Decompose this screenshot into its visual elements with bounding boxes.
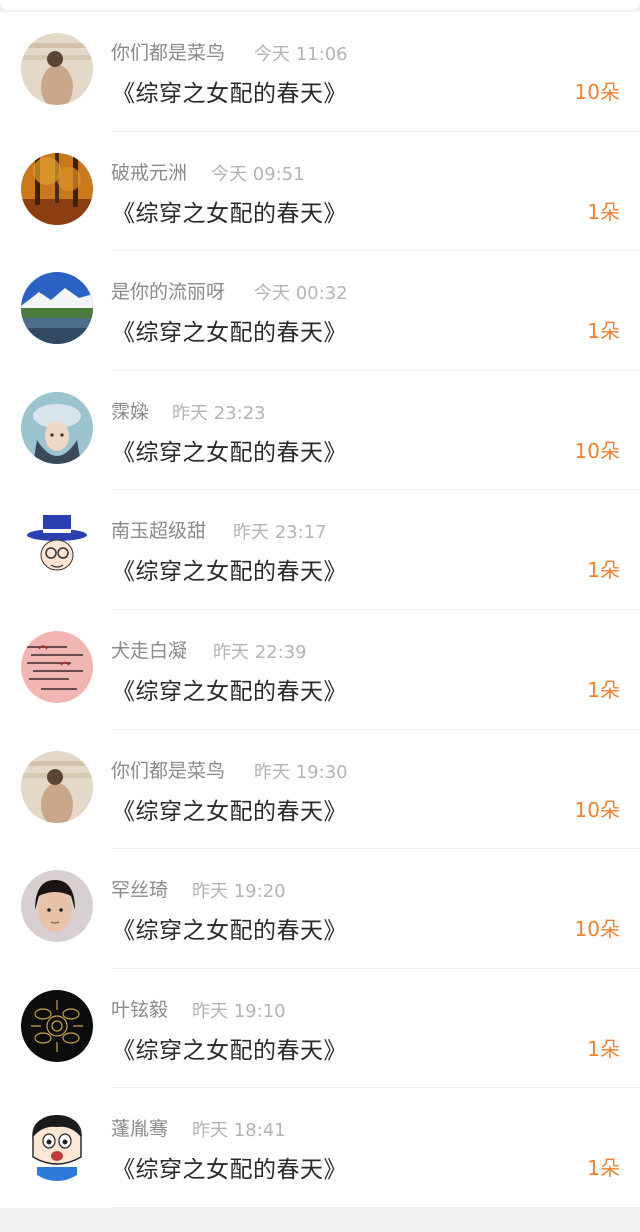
book-title[interactable]: 《综穿之女配的春天》 <box>112 552 347 586</box>
book-title[interactable]: 《综穿之女配的春天》 <box>112 194 347 228</box>
avatar[interactable] <box>21 272 93 345</box>
user-name[interactable]: 叶铉毅 <box>111 995 168 1022</box>
user-name[interactable]: 你们都是菜鸟 <box>111 38 225 65</box>
flower-count: 1朵 <box>587 199 620 224</box>
flower-count: 1朵 <box>587 677 620 702</box>
gift-list: 你们都是菜鸟 今天 11:06 《综穿之女配的春天》 10朵 破戒元洲 今天 0… <box>0 12 640 1208</box>
timestamp: 昨天 19:30 <box>254 761 348 783</box>
list-item[interactable]: 你们都是菜鸟 今天 11:06 《综穿之女配的春天》 10朵 <box>0 12 640 132</box>
flower-count: 10朵 <box>574 917 620 942</box>
list-item[interactable]: 你们都是菜鸟 昨天 19:30 《综穿之女配的春天》 10朵 <box>0 730 640 850</box>
list-item[interactable]: 是你的流丽呀 今天 00:32 《综穿之女配的春天》 1朵 <box>0 251 640 371</box>
flower-count: 1朵 <box>587 558 620 583</box>
timestamp: 今天 11:06 <box>254 44 348 65</box>
list-item[interactable]: 南玉超级甜 昨天 23:17 《综穿之女配的春天》 1朵 <box>0 490 640 610</box>
book-title[interactable]: 《综穿之女配的春天》 <box>112 792 347 826</box>
avatar[interactable] <box>21 152 93 225</box>
list-item[interactable]: 叶铉毅 昨天 19:10 《综穿之女配的春天》 1朵 <box>0 969 640 1089</box>
user-name[interactable]: 蓬胤骞 <box>111 1114 168 1141</box>
list-item[interactable]: 罕丝琦 昨天 19:20 《综穿之女配的春天》 10朵 <box>0 849 640 969</box>
timestamp: 今天 00:32 <box>254 283 348 305</box>
book-title[interactable]: 《综穿之女配的春天》 <box>112 911 347 945</box>
flower-count: 1朵 <box>587 1036 620 1061</box>
avatar[interactable] <box>21 1109 93 1182</box>
user-name[interactable]: 犬走白凝 <box>111 636 187 663</box>
user-name[interactable]: 你们都是菜鸟 <box>111 756 225 783</box>
flower-count: 10朵 <box>574 797 620 822</box>
book-title[interactable]: 《综穿之女配的春天》 <box>112 672 347 706</box>
timestamp: 昨天 23:23 <box>172 402 266 424</box>
flower-count: 10朵 <box>574 80 620 104</box>
timestamp: 今天 09:51 <box>211 163 305 185</box>
book-title[interactable]: 《综穿之女配的春天》 <box>112 1150 347 1184</box>
timestamp: 昨天 18:41 <box>192 1120 286 1142</box>
book-title[interactable]: 《综穿之女配的春天》 <box>112 433 347 467</box>
user-name[interactable]: 南玉超级甜 <box>111 516 206 543</box>
flower-count: 10朵 <box>574 438 620 463</box>
book-title[interactable]: 《综穿之女配的春天》 <box>112 313 347 347</box>
flower-count: 1朵 <box>587 1156 620 1181</box>
avatar[interactable] <box>21 33 93 105</box>
list-item[interactable]: 霂媣 昨天 23:23 《综穿之女配的春天》 10朵 <box>0 371 640 491</box>
avatar[interactable] <box>21 989 93 1062</box>
list-item[interactable]: 蓬胤骞 昨天 18:41 《综穿之女配的春天》 1朵 <box>0 1088 640 1208</box>
list-item[interactable]: 犬走白凝 昨天 22:39 《综穿之女配的春天》 1朵 <box>0 610 640 730</box>
flower-count: 1朵 <box>587 319 620 344</box>
timestamp: 昨天 19:20 <box>192 881 286 903</box>
user-name[interactable]: 是你的流丽呀 <box>111 277 225 304</box>
timestamp: 昨天 23:17 <box>233 522 327 544</box>
avatar[interactable] <box>21 630 93 703</box>
avatar[interactable] <box>21 870 93 943</box>
user-name[interactable]: 破戒元洲 <box>111 158 187 185</box>
book-title[interactable]: 《综穿之女配的春天》 <box>112 74 347 108</box>
list-item[interactable]: 破戒元洲 今天 09:51 《综穿之女配的春天》 1朵 <box>0 132 640 252</box>
top-card-edge <box>0 0 640 10</box>
avatar[interactable] <box>21 391 93 464</box>
avatar[interactable] <box>21 750 93 823</box>
user-name[interactable]: 罕丝琦 <box>111 875 168 902</box>
timestamp: 昨天 19:10 <box>192 1000 286 1022</box>
user-name[interactable]: 霂媣 <box>111 397 149 424</box>
avatar[interactable] <box>21 511 93 584</box>
book-title[interactable]: 《综穿之女配的春天》 <box>112 1031 347 1065</box>
timestamp: 昨天 22:39 <box>213 641 307 663</box>
